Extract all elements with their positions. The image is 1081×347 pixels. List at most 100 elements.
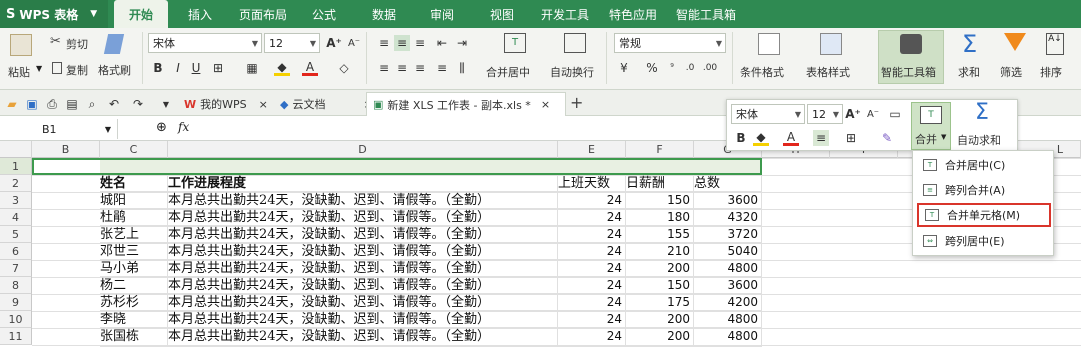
print-icon[interactable]: ⎙ [44,96,60,112]
cell-days[interactable]: 24 [558,311,626,328]
cell-daily-pay[interactable]: 150 [626,192,694,209]
chevron-down-icon[interactable]: ▼ [158,96,174,112]
filter-button[interactable]: 筛选 [1000,64,1022,80]
increase-font-icon[interactable]: A⁺ [326,35,342,51]
align-right-icon[interactable]: ≡ [412,60,428,76]
undo-icon[interactable]: ↶ [106,96,122,112]
menu-view[interactable]: 视图 [484,0,520,28]
new-tab-icon[interactable]: + [570,93,583,112]
header-total[interactable]: 总数 [694,175,762,192]
mini-merge-button[interactable]: T 合并 ▼ [911,102,951,150]
increase-font-icon[interactable]: A⁺ [845,106,861,122]
cell-progress[interactable]: 本月总共出勤共24天，没缺勤、迟到、请假等。（全勤） [168,192,558,209]
cell-total[interactable]: 3720 [694,226,762,243]
header-daily-pay[interactable]: 日薪酬 [626,175,694,192]
cell-daily-pay[interactable]: 200 [626,311,694,328]
mini-font-size-select[interactable]: 12 ▼ [807,104,843,124]
wps-brand-button[interactable]: S WPS 表格 ▼ [0,0,108,28]
cell-days[interactable]: 24 [558,260,626,277]
row-header[interactable]: 5 [0,226,32,243]
mini-font-name-select[interactable]: 宋体 ▼ [731,104,805,124]
cell-days[interactable]: 24 [558,192,626,209]
format-painter-button[interactable]: 格式刷 [98,62,131,78]
cut-button[interactable]: 剪切 [66,36,88,52]
formula-input[interactable] [210,119,720,139]
column-header-c[interactable]: C [100,141,168,158]
row-header[interactable]: 7 [0,260,32,277]
distribute-icon[interactable]: ⫼ [454,60,470,76]
cell-days[interactable]: 24 [558,226,626,243]
column-header-f[interactable]: F [626,141,694,158]
sort-button[interactable]: 排序 [1040,64,1062,80]
open-folder-icon[interactable]: ▰ [4,96,20,112]
name-box[interactable]: B1 ▼ [0,119,118,139]
align-left-icon[interactable]: ≡ [376,60,392,76]
column-header-e[interactable]: E [558,141,626,158]
print-preview-icon[interactable]: ⌕ [84,96,100,112]
cell-total[interactable]: 5040 [694,243,762,260]
cell-total[interactable]: 3600 [694,192,762,209]
currency-icon[interactable]: ¥ [616,60,632,76]
number-format-select[interactable]: 常规 ▼ [614,33,726,53]
cell-days[interactable]: 24 [558,294,626,311]
cell-daily-pay[interactable]: 180 [626,209,694,226]
cell-name[interactable]: 张艺上 [100,226,168,243]
fill-color-icon[interactable]: ◆ [753,130,769,146]
row-header[interactable]: 1 [0,158,32,175]
menu-home[interactable]: 开始 [114,0,168,28]
paste-icon[interactable] [10,34,32,56]
cell-total[interactable]: 4320 [694,209,762,226]
cell-daily-pay[interactable]: 200 [626,328,694,347]
close-icon[interactable]: × [541,98,550,111]
merge-cells-icon[interactable]: ▦ [244,60,260,76]
row-header[interactable]: 8 [0,277,32,294]
menu-insert[interactable]: 插入 [180,0,220,28]
header-name[interactable]: 姓名 [100,175,168,192]
thousands-icon[interactable]: ⁹ [664,60,680,76]
bold-icon[interactable]: B [150,60,166,76]
menu-formula[interactable]: 公式 [306,0,342,28]
cell-progress[interactable]: 本月总共出勤共24天，没缺勤、迟到、请假等。（全勤） [168,311,558,328]
conditional-format-button[interactable]: 条件格式 [740,64,784,80]
align-top-icon[interactable]: ≡ [376,35,392,51]
header-progress[interactable]: 工作进展程度 [168,175,558,192]
cell-progress[interactable]: 本月总共出勤共24天，没缺勤、迟到、请假等。（全勤） [168,294,558,311]
merge-center-icon[interactable]: T [504,33,526,53]
header-days[interactable]: 上班天数 [558,175,626,192]
fill-color-icon[interactable]: ◆ [274,60,290,76]
bold-icon[interactable]: B [733,130,749,146]
percent-icon[interactable]: % [644,60,660,76]
format-painter-icon[interactable]: ✎ [879,130,895,146]
cell-total[interactable]: 3600 [694,277,762,294]
chevron-down-icon[interactable]: ▼ [36,64,42,73]
wrap-text-button[interactable]: 自动换行 [550,64,594,80]
indent-icon[interactable]: ⇤ [434,35,450,51]
cell-daily-pay[interactable]: 155 [626,226,694,243]
mini-autosum-button[interactable]: 自动求和 [957,132,1001,148]
copy-button[interactable]: 复制 [66,62,88,78]
align-bottom-icon[interactable]: ≡ [412,35,428,51]
cell-daily-pay[interactable]: 200 [626,260,694,277]
export-pdf-icon[interactable]: ▤ [64,96,80,112]
cell-progress[interactable]: 本月总共出勤共24天，没缺勤、迟到、请假等。（全勤） [168,260,558,277]
cell-progress[interactable]: 本月总共出勤共24天，没缺勤、迟到、请假等。（全勤） [168,277,558,294]
outdent-icon[interactable]: ⇥ [454,35,470,51]
cell-name[interactable]: 杜鹃 [100,209,168,226]
cell-daily-pay[interactable]: 175 [626,294,694,311]
menu-item-merge-across[interactable]: ≡ 跨列合并(A) [917,178,1051,202]
cell-progress[interactable]: 本月总共出勤共24天，没缺勤、迟到、请假等。（全勤） [168,243,558,260]
cell-days[interactable]: 24 [558,328,626,347]
font-color-icon[interactable]: A [302,60,318,76]
cell-days[interactable]: 24 [558,243,626,260]
tab-current-document[interactable]: ▣ 新建 XLS 工作表 - 副本.xls * × [366,92,566,116]
font-size-select[interactable]: 12 ▼ [264,33,320,53]
cell-name[interactable]: 城阳 [100,192,168,209]
menu-item-center-across[interactable]: ⇔ 跨列居中(E) [917,229,1051,253]
selected-range[interactable] [32,158,762,175]
menu-item-merge-center[interactable]: T 合并居中(C) [917,153,1051,177]
row-header[interactable]: 11 [0,328,32,345]
decrease-decimal-icon[interactable]: .00 [702,60,718,76]
decrease-font-icon[interactable]: A⁻ [346,35,362,51]
cell-progress[interactable]: 本月总共出勤共24天，没缺勤、迟到、请假等。（全勤） [168,226,558,243]
close-icon[interactable]: × [259,98,268,111]
